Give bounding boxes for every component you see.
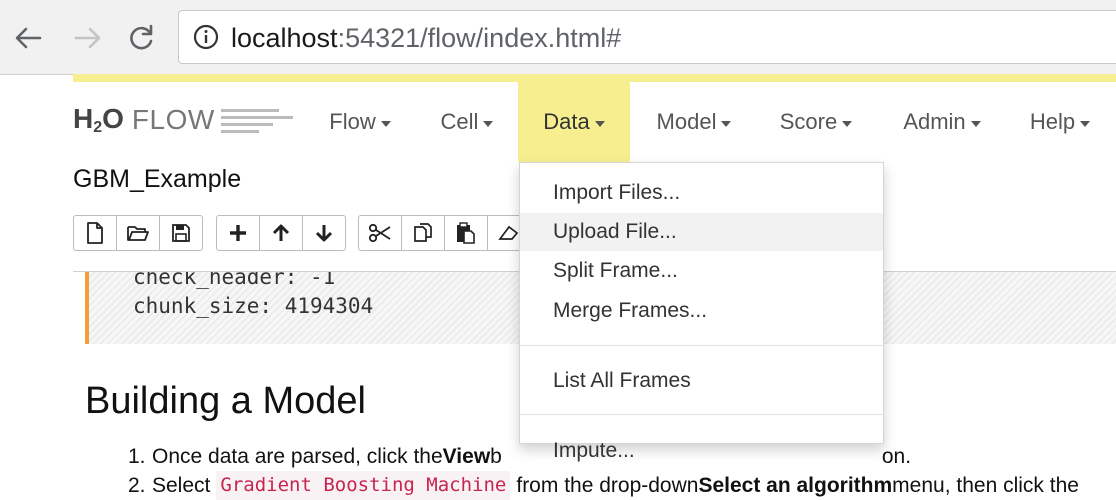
menu-item-merge-frames[interactable]: Merge Frames... xyxy=(520,292,883,330)
section-heading: Building a Model xyxy=(85,380,366,422)
save-icon xyxy=(172,224,190,242)
forward-button[interactable] xyxy=(68,18,108,58)
open-folder-icon xyxy=(127,226,149,241)
logo-lines-icon xyxy=(220,109,293,133)
menu-admin[interactable]: Admin xyxy=(890,82,994,162)
reload-button[interactable] xyxy=(121,18,161,58)
toolbar-file-group xyxy=(73,215,203,251)
h2o-flow-logo[interactable]: H2O FLOW xyxy=(73,100,293,140)
new-flow-button[interactable] xyxy=(73,215,117,251)
reload-icon xyxy=(130,24,153,50)
menu-item-import-files[interactable]: Import Files... xyxy=(520,174,883,212)
menu-item-impute[interactable]: Impute... xyxy=(520,432,883,470)
caret-down-icon xyxy=(842,120,853,127)
caret-down-icon xyxy=(483,120,494,127)
paste-icon xyxy=(457,222,475,244)
new-file-icon xyxy=(87,222,103,244)
logo-h2o: H2O xyxy=(73,103,124,136)
menu-item-split-frame[interactable]: Split Frame... xyxy=(520,252,883,290)
move-up-button[interactable] xyxy=(259,215,303,251)
eraser-icon xyxy=(498,225,519,240)
menu-flow[interactable]: Flow xyxy=(318,82,402,162)
menu-item-upload-file[interactable]: Upload File... xyxy=(520,213,883,251)
flow-title[interactable]: GBM_Example xyxy=(73,165,241,194)
code-line: check_header: -1 xyxy=(133,272,336,289)
caret-down-icon xyxy=(970,120,981,127)
info-icon[interactable] xyxy=(193,24,219,50)
menu-model[interactable]: Model xyxy=(642,82,746,162)
toolbar-edit-group xyxy=(358,215,531,251)
logo-flow-text: FLOW xyxy=(131,104,215,135)
address-bar[interactable]: localhost:54321/flow/index.html# xyxy=(178,10,1116,64)
caret-down-icon xyxy=(594,120,605,127)
arrow-left-icon xyxy=(15,27,42,49)
back-button[interactable] xyxy=(8,18,48,58)
arrow-up-icon xyxy=(272,224,290,241)
paste-button[interactable] xyxy=(444,215,488,251)
url-text[interactable]: localhost:54321/flow/index.html# xyxy=(231,22,621,54)
menu-help[interactable]: Help xyxy=(1018,82,1102,162)
arrow-down-icon xyxy=(315,225,333,242)
url-host: localhost xyxy=(231,23,338,53)
caret-down-icon xyxy=(1080,120,1091,127)
move-down-button[interactable] xyxy=(302,215,346,251)
copy-icon xyxy=(414,223,432,242)
cut-button[interactable] xyxy=(358,215,402,251)
caret-down-icon xyxy=(380,120,391,127)
menu-item-list-all-frames[interactable]: List All Frames xyxy=(520,362,883,400)
scissors-icon xyxy=(368,223,391,243)
menu-cell[interactable]: Cell xyxy=(428,82,506,162)
insert-cell-button[interactable] xyxy=(216,215,260,251)
url-path: :54321/flow/index.html# xyxy=(337,23,622,53)
code-line: chunk_size: 4194304 xyxy=(133,294,374,318)
arrow-right-icon xyxy=(74,27,101,49)
save-flow-button[interactable] xyxy=(159,215,203,251)
menu-divider xyxy=(520,414,883,415)
browser-toolbar: localhost:54321/flow/index.html# xyxy=(0,0,1116,75)
menu-divider xyxy=(520,345,883,346)
data-dropdown-menu: Import Files... Upload File... Split Fra… xyxy=(519,162,884,462)
menu-score[interactable]: Score xyxy=(770,82,862,162)
open-flow-button[interactable] xyxy=(116,215,160,251)
copy-button[interactable] xyxy=(401,215,445,251)
plus-icon xyxy=(230,225,246,241)
menu-data[interactable]: Data xyxy=(518,82,630,162)
caret-down-icon xyxy=(721,120,732,127)
toolbar-cell-group xyxy=(216,215,346,251)
accent-band xyxy=(73,74,1116,82)
